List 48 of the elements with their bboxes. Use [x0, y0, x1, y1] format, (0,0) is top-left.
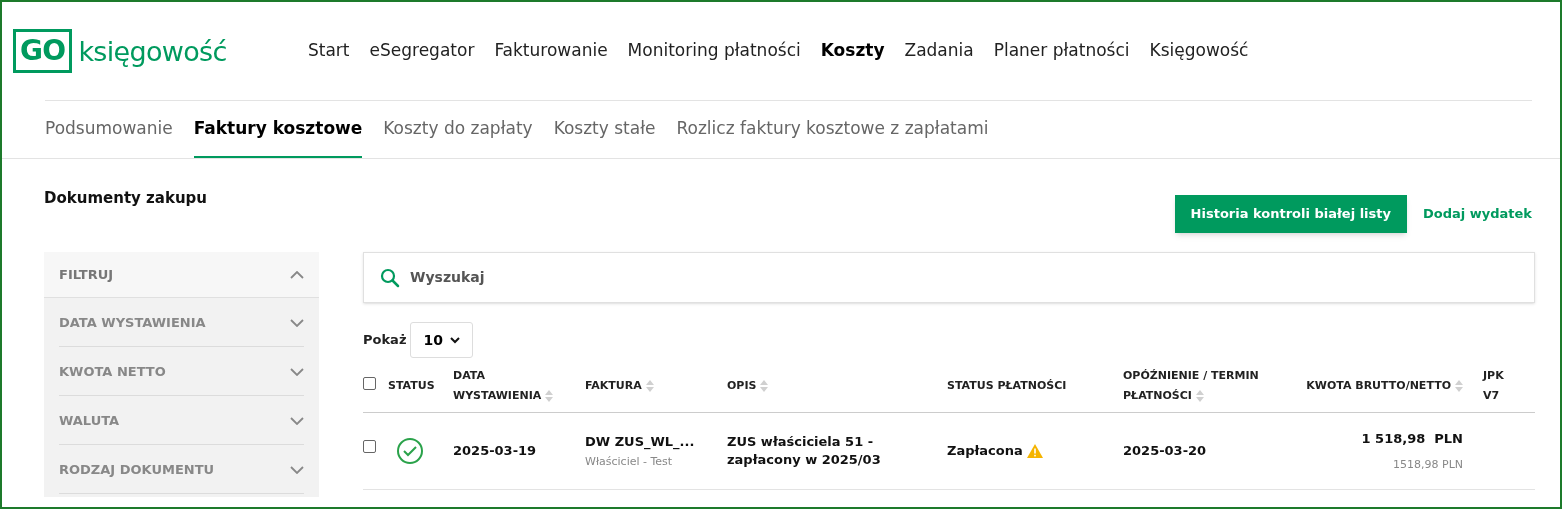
checkbox[interactable] — [363, 376, 376, 390]
filter-title[interactable]: FILTRUJ — [59, 264, 114, 285]
logo-text: księgowość — [78, 37, 227, 65]
nav-item[interactable]: Koszty — [820, 38, 885, 64]
page-size-select[interactable]: 10 — [410, 322, 474, 358]
checkbox[interactable] — [363, 440, 376, 453]
chevron-down-icon — [450, 336, 461, 344]
nav-item[interactable]: eSegregator — [369, 38, 475, 64]
search-field[interactable]: Wyszukaj — [363, 252, 1535, 303]
chevron-down-icon[interactable] — [290, 417, 304, 425]
invoice-owner: Właściciel - Test — [585, 453, 674, 470]
sub-tab[interactable]: Faktury kosztowe — [193, 101, 363, 158]
add-expense-link[interactable]: Dodaj wydatek — [1422, 204, 1532, 224]
date-cell: 2025-03-19 — [453, 443, 537, 459]
sub-tab[interactable]: Koszty do zapłaty — [383, 101, 533, 158]
column-header[interactable]: DATA WYSTAWIENIA — [453, 366, 558, 406]
nav-item[interactable]: Zadania — [904, 38, 974, 64]
search-input[interactable]: Wyszukaj — [410, 267, 1518, 288]
chevron-down-icon[interactable] — [290, 319, 304, 327]
sub-tab[interactable]: Rozlicz faktury kosztowe z zapłatami — [676, 101, 989, 158]
nav-item[interactable]: Księgowość — [1149, 38, 1249, 64]
sub-tab[interactable]: Koszty stałe — [553, 101, 656, 158]
logo-mark: GO — [13, 29, 73, 73]
search-icon — [380, 267, 400, 288]
column-header[interactable]: FAKTURA — [585, 376, 654, 396]
payment-status: Zapłacona — [947, 442, 1023, 461]
column-header: STATUS — [388, 378, 435, 394]
nav-item[interactable]: Monitoring płatności — [627, 38, 801, 64]
due-date-cell: 2025-03-20 — [1123, 443, 1207, 459]
chevron-up-icon[interactable] — [290, 270, 304, 279]
column-header[interactable]: OPÓŹNIENIE / TERMIN PŁATNOŚCI — [1123, 366, 1273, 406]
chevron-down-icon[interactable] — [290, 368, 304, 376]
column-header: STATUS PŁATNOŚCI — [947, 378, 1067, 394]
chevron-down-icon[interactable] — [290, 466, 304, 474]
sub-tab[interactable]: Podsumowanie — [45, 101, 173, 158]
description-cell-text: ZUS właściciela 51 - zapłacony w 2025/03 — [727, 433, 882, 469]
net-amount: 1518,98 PLN — [1393, 456, 1463, 473]
gross-amount: 1 518,98 PLN — [1361, 430, 1463, 448]
whitelist-history-button[interactable]: Historia kontroli białej listy — [1174, 195, 1407, 233]
invoice-number[interactable]: DW ZUS_WL_... — [585, 432, 727, 452]
column-header: JPK V7 — [1483, 368, 1505, 404]
column-header[interactable]: OPIS — [727, 376, 769, 396]
nav-item[interactable]: Start — [308, 38, 350, 64]
page-size-label: Pokaż — [363, 331, 407, 350]
nav-item[interactable]: Fakturowanie — [494, 38, 608, 64]
nav-item[interactable]: Planer płatności — [993, 38, 1130, 64]
page-title: Dokumenty zakupu — [44, 188, 207, 209]
column-header[interactable]: KWOTA BRUTTO/NETTO — [1306, 376, 1463, 396]
